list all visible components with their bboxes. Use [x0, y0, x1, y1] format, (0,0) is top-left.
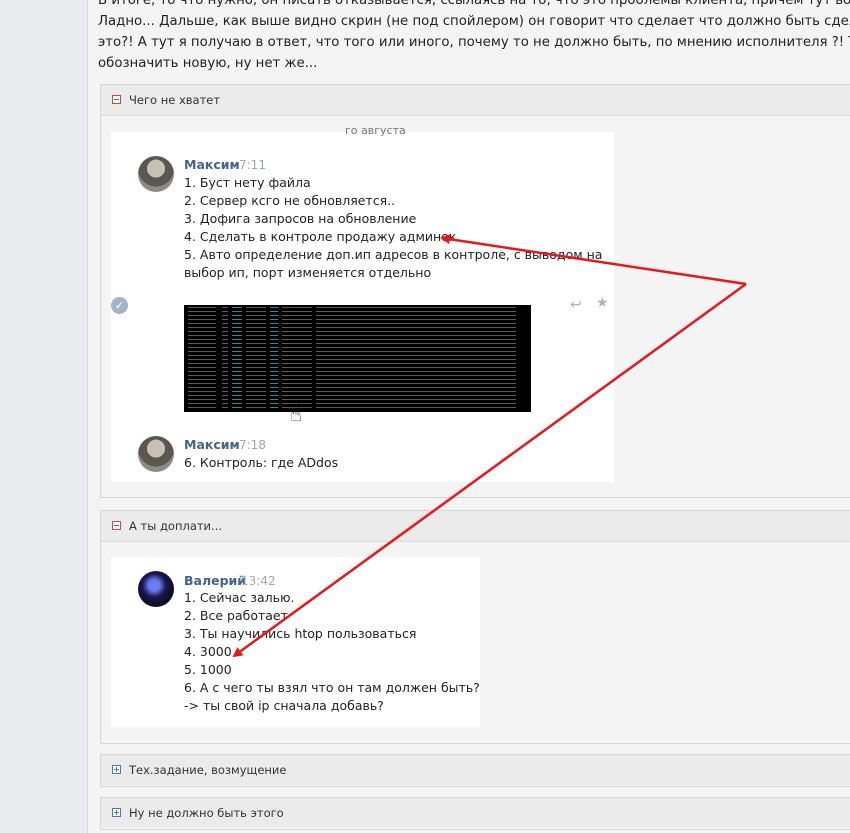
reply-icon[interactable]: ↩	[570, 297, 582, 313]
check-icon[interactable]: ✓	[111, 297, 128, 314]
message-line: 4. 3000	[184, 644, 232, 659]
message-line: 3. Ты научились htop пользоваться	[184, 626, 417, 641]
message-line: 4. Сделать в контроле продажу админок	[184, 229, 457, 244]
spoiler-title: Чего не хватет	[129, 93, 221, 107]
terminal-screenshot[interactable]	[184, 305, 531, 412]
spoiler-header[interactable]: Тех.задание, возмущение	[101, 755, 850, 785]
terminal-column	[282, 307, 312, 410]
page-left-strip	[0, 0, 88, 833]
expand-icon[interactable]	[112, 765, 121, 774]
star-icon[interactable]: ★	[596, 295, 609, 311]
cursor-icon: ☝	[290, 402, 303, 426]
message-line: 2. Все работает	[184, 608, 288, 623]
message-line: 1. Буст нету файла	[184, 175, 311, 190]
message-line: 1. Сейчас залью.	[184, 590, 295, 605]
avatar[interactable]	[138, 156, 174, 192]
spoiler-tech-task: Тех.задание, возмущение	[100, 754, 850, 787]
intro-line: обозначить новую, ну нет же...	[98, 56, 318, 71]
message-time: 7:11	[239, 158, 266, 172]
message-line: 2. Сервер ксго не обновляется..	[184, 193, 396, 208]
terminal-column	[188, 307, 216, 410]
terminal-column	[222, 307, 228, 410]
sender-name[interactable]: Максим	[184, 157, 240, 172]
spoiler-title: Тех.задание, возмущение	[129, 763, 287, 777]
message-line: 6. А с чего ты взял что он там должен бы…	[184, 680, 480, 695]
collapse-icon[interactable]	[112, 95, 121, 104]
post-intro-text: В итоге, то что нужно, он писать отказыв…	[98, 0, 850, 74]
spoiler-header[interactable]: Чего не хватет	[101, 85, 850, 116]
spoiler-title: Ну не должно быть этого	[129, 806, 284, 820]
terminal-column	[232, 307, 242, 410]
message-line: 3. Дофига запросов на обновление	[184, 211, 417, 226]
terminal-column	[316, 307, 516, 410]
spoiler-title: А ты доплати...	[129, 519, 222, 533]
message-line: 5. 1000	[184, 662, 232, 677]
intro-line: В итоге, то что нужно, он писать отказыв…	[98, 0, 850, 8]
terminal-column	[246, 307, 266, 410]
avatar[interactable]	[138, 436, 174, 472]
terminal-column	[270, 307, 278, 410]
avatar[interactable]	[138, 571, 174, 607]
collapse-icon[interactable]	[112, 521, 121, 530]
message-line: -> ты свой ip сначала добавь?	[184, 698, 384, 713]
message-time: 13:42	[241, 574, 276, 588]
intro-line: Ладно... Дальше, как выше видно скрин (н…	[98, 14, 850, 29]
spoiler-should-not-be: Ну не должно быть этого	[100, 797, 850, 830]
message-line: 6. Контроль: где ADdos	[184, 455, 339, 470]
sender-name[interactable]: Валерий	[184, 573, 246, 588]
date-divider: го августа	[345, 124, 406, 137]
message-line: 5. Авто определение доп.ип адресов в кон…	[184, 247, 603, 262]
expand-icon[interactable]	[112, 808, 121, 817]
message-time: 7:18	[239, 438, 266, 452]
message-line: выбор ип, порт изменяется отдельно	[184, 265, 432, 280]
intro-line: это?! А тут я получаю в ответ, что того …	[98, 35, 850, 50]
sender-name[interactable]: Максим	[184, 437, 240, 452]
spoiler-header[interactable]: Ну не должно быть этого	[101, 798, 850, 828]
spoiler-header[interactable]: А ты доплати...	[101, 511, 850, 542]
